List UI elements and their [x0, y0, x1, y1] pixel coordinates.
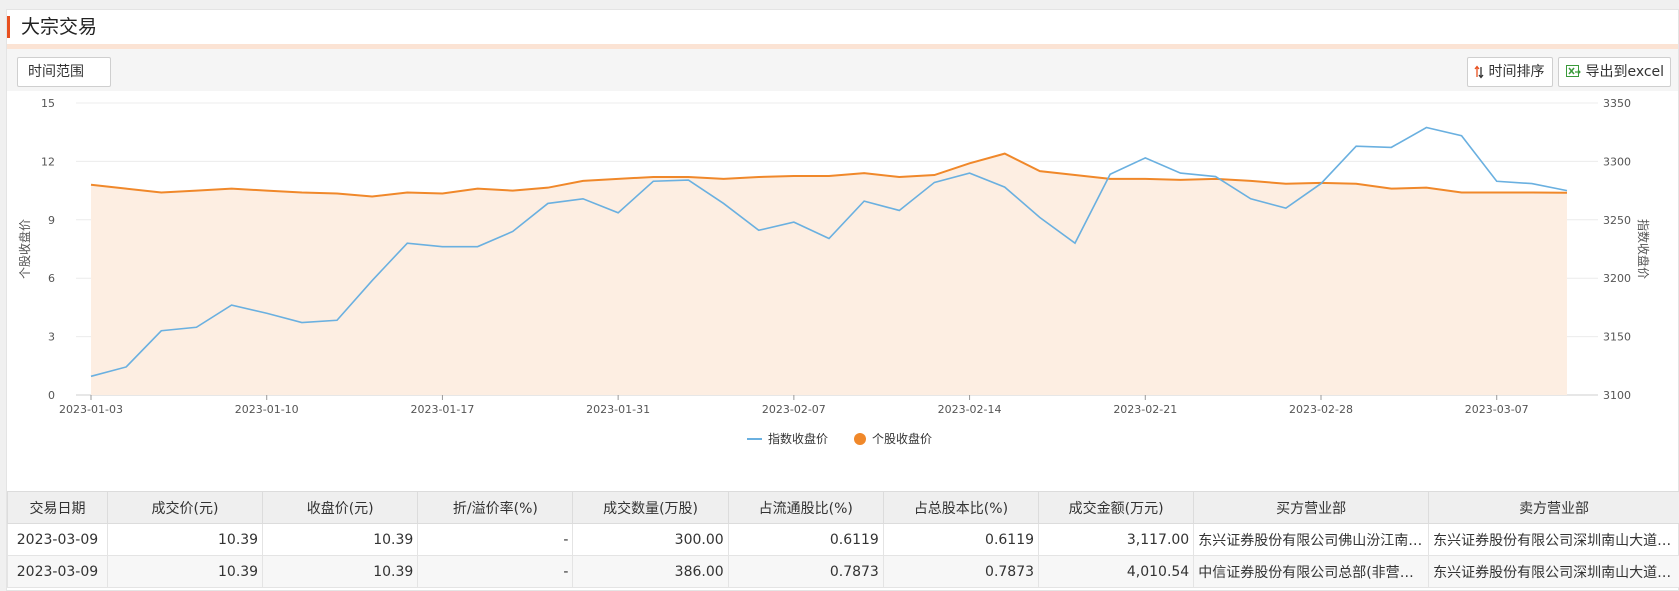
cell-buyer[interactable]: 中信证券股份有限公司总部(非营业场所): [1193, 555, 1430, 588]
export-label: 导出到excel: [1585, 64, 1665, 80]
cell-amount: 3,117.00: [1038, 523, 1195, 556]
y-left-axis-label: 个股收盘价: [17, 219, 32, 279]
col-header-total-ratio[interactable]: 占总股本比(%): [882, 491, 1040, 524]
cell-volume: 386.00: [572, 555, 729, 588]
col-header-trade-price[interactable]: 成交价(元): [106, 491, 264, 524]
cell-trade-date: 2023-03-09: [7, 555, 108, 588]
col-header-close-price[interactable]: 收盘价(元): [262, 491, 419, 524]
time-range-button[interactable]: 时间范围: [17, 57, 111, 87]
excel-icon: [1565, 64, 1585, 80]
cell-volume: 300.00: [572, 523, 729, 556]
cell-trade-price: 10.39: [106, 523, 264, 556]
cell-seller[interactable]: 东兴证券股份有限公司深圳南山大道证券营业部: [1428, 555, 1679, 588]
col-header-premium-rate[interactable]: 折/溢价率(%): [417, 491, 574, 524]
x-tick-label: 2023-02-21: [1113, 403, 1177, 416]
col-header-amount[interactable]: 成交金额(万元): [1038, 491, 1195, 524]
col-header-buyer[interactable]: 买方营业部: [1193, 491, 1430, 524]
cell-seller[interactable]: 东兴证券股份有限公司深圳南山大道证券营业部: [1428, 523, 1679, 556]
cell-buyer[interactable]: 东兴证券股份有限公司佛山汾江南路证券营业部: [1193, 523, 1430, 556]
time-range-label: 时间范围: [28, 64, 84, 80]
x-tick-label: 2023-02-14: [938, 403, 1002, 416]
toolbar: 时间范围 时间排序 导出到excel: [7, 49, 1678, 91]
cell-trade-price: 10.39: [106, 555, 264, 588]
sort-label: 时间排序: [1488, 64, 1545, 80]
cell-trade-date: 2023-03-09: [7, 523, 108, 556]
y-left-tick-label: 3: [48, 331, 55, 344]
page-title: 大宗交易: [21, 16, 98, 38]
block-trade-panel: 大宗交易 时间范围 时间排序 导出到excel 0 3 6 9 12 15 3100 3150…: [6, 9, 1679, 591]
table-row: 2023-03-09 10.39 10.39 - 300.00 0.6119 0…: [7, 523, 1679, 556]
legend-stock-label: 个股收盘价: [872, 431, 932, 446]
y-right-tick-label: 3200: [1603, 272, 1631, 285]
y-left-tick-label: 12: [41, 155, 55, 168]
x-tick-label: 2023-03-07: [1465, 403, 1529, 416]
title-bar: 大宗交易: [7, 10, 1678, 49]
price-chart: 03691215310031503200325033003350个股收盘价 指数收…: [17, 97, 1651, 446]
export-excel-button[interactable]: 导出到excel: [1558, 57, 1671, 87]
title-accent: [7, 16, 10, 38]
time-sort-button[interactable]: 时间排序: [1467, 57, 1553, 87]
y-right-tick-label: 3150: [1603, 331, 1631, 344]
legend-stock-marker: [854, 433, 866, 445]
y-left-tick-label: 9: [48, 214, 55, 227]
col-header-float-ratio[interactable]: 占流通股比(%): [727, 491, 884, 524]
y-left-tick-label: 6: [48, 272, 55, 285]
stock-area-fill: [91, 153, 1567, 395]
table-header-row: 交易日期 成交价(元) 收盘价(元) 折/溢价率(%) 成交数量(万股) 占流通…: [7, 491, 1679, 524]
y-right-tick-label: 3300: [1603, 155, 1631, 168]
y-right-tick-label: 3250: [1603, 214, 1631, 227]
y-left-tick-label: 0: [48, 389, 55, 402]
cell-premium-rate: -: [417, 555, 574, 588]
cell-close-price: 10.39: [262, 523, 419, 556]
cell-total-ratio: 0.7873: [882, 555, 1040, 588]
x-tick-label: 2023-01-03: [59, 403, 123, 416]
col-header-seller[interactable]: 卖方营业部: [1428, 491, 1679, 524]
x-tick-label: 2023-01-10: [235, 403, 299, 416]
cell-close-price: 10.39: [262, 555, 419, 588]
block-trade-table: 交易日期 成交价(元) 收盘价(元) 折/溢价率(%) 成交数量(万股) 占流通…: [7, 491, 1679, 588]
x-tick-label: 2023-02-07: [762, 403, 826, 416]
cell-float-ratio: 0.7873: [727, 555, 884, 588]
y-right-axis-label: 指数收盘价: [1636, 219, 1651, 279]
y-right-tick-label: 3350: [1603, 97, 1631, 110]
col-header-volume[interactable]: 成交数量(万股): [572, 491, 729, 524]
y-right-tick-label: 3100: [1603, 389, 1631, 402]
x-tick-label: 2023-01-17: [410, 403, 474, 416]
legend-index-label: 指数收盘价: [768, 431, 828, 446]
cell-float-ratio: 0.6119: [727, 523, 884, 556]
cell-amount: 4,010.54: [1038, 555, 1195, 588]
cell-total-ratio: 0.6119: [882, 523, 1040, 556]
cell-premium-rate: -: [417, 523, 574, 556]
x-tick-label: 2023-02-28: [1289, 403, 1353, 416]
col-header-trade-date[interactable]: 交易日期: [7, 491, 108, 524]
table-row: 2023-03-09 10.39 10.39 - 386.00 0.7873 0…: [7, 555, 1679, 588]
y-left-tick-label: 15: [41, 97, 55, 110]
sort-arrows-icon: [1474, 64, 1488, 80]
x-tick-label: 2023-01-31: [586, 403, 650, 416]
